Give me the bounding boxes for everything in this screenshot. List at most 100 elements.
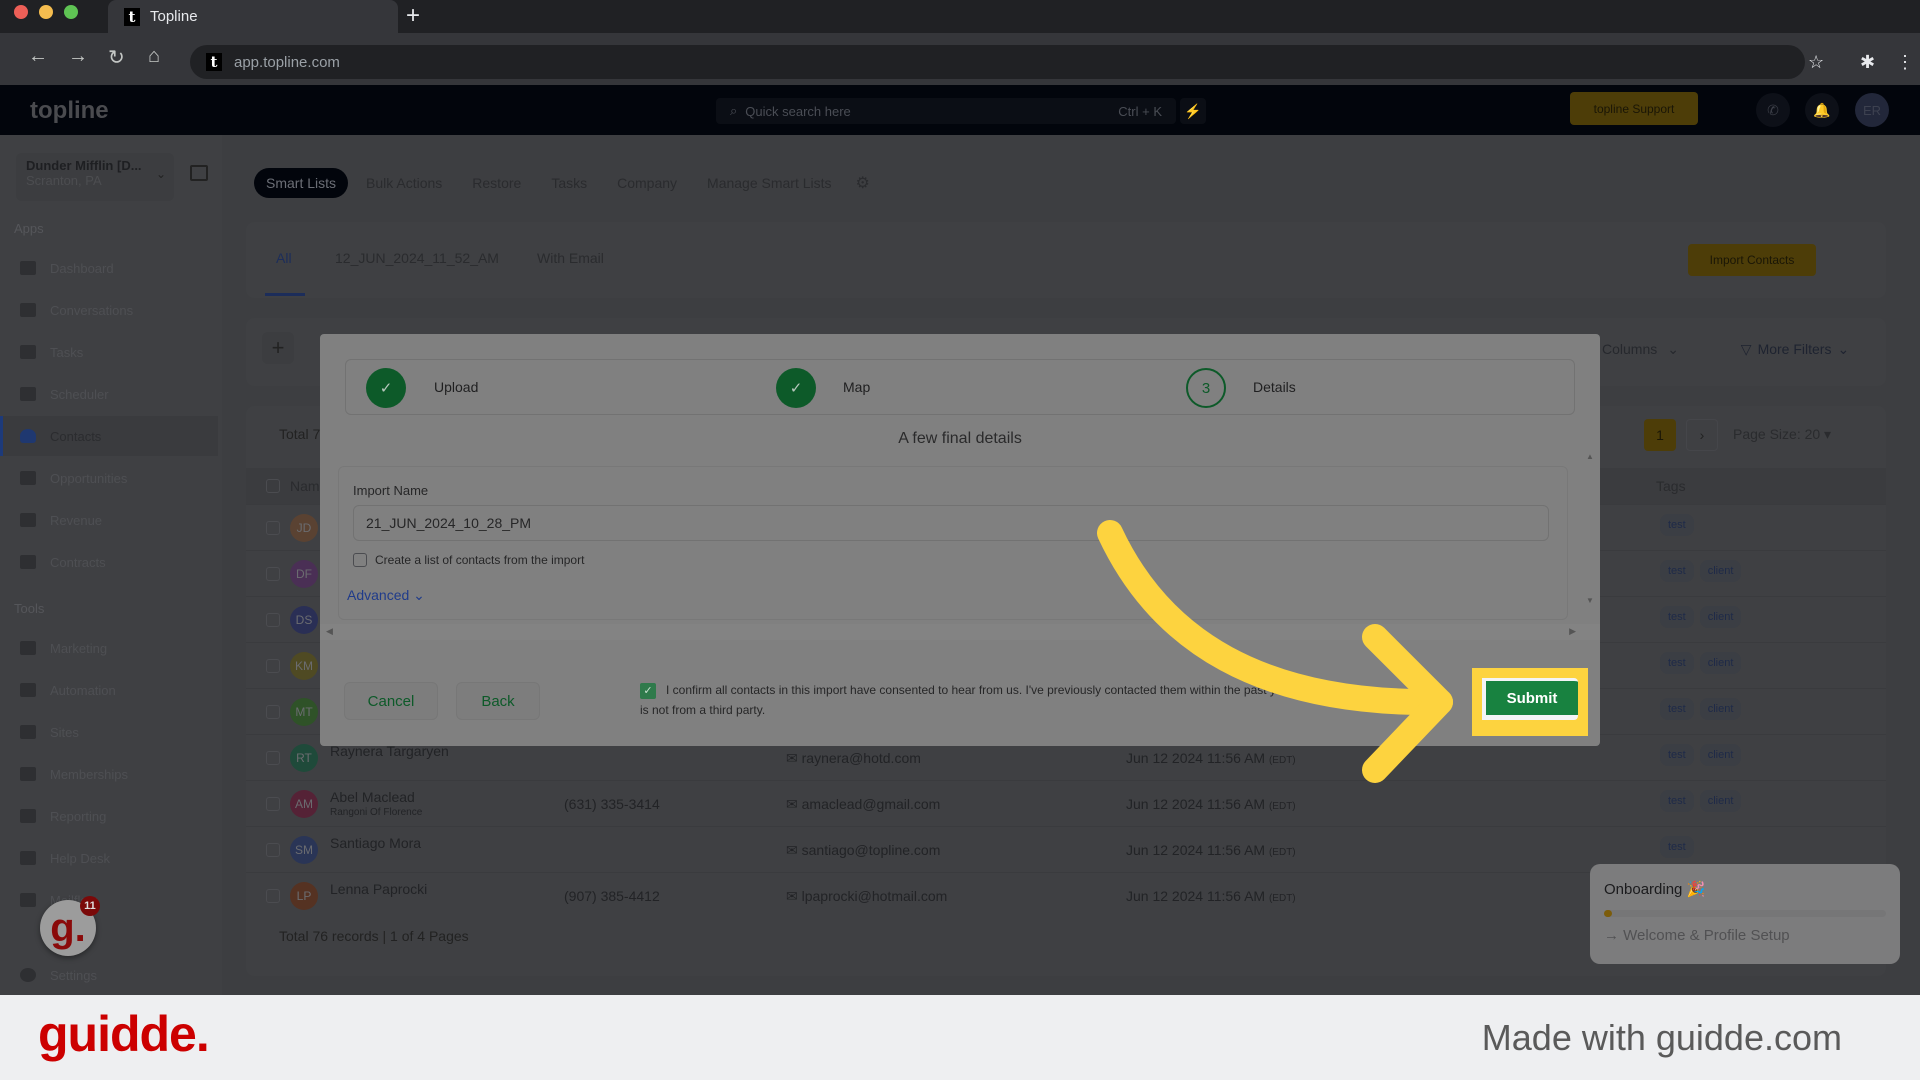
row-checkbox[interactable] (266, 705, 280, 719)
bell-icon[interactable]: 🔔 (1805, 93, 1839, 127)
forward-icon[interactable]: → (68, 45, 88, 68)
sidebar-item-settings[interactable]: Settings (0, 955, 218, 995)
consent-checkbox-row[interactable]: ✓ I confirm all contacts in this import h… (640, 680, 1360, 720)
topnav-bulk-actions[interactable]: Bulk Actions (354, 168, 454, 198)
create-list-option[interactable]: Create a list of contacts from the impor… (353, 553, 584, 567)
topnav-company[interactable]: Company (605, 168, 689, 198)
tag-badge[interactable]: test (1660, 744, 1694, 766)
url-text: app.topline.com (234, 53, 340, 71)
phone-icon[interactable]: ✆ (1756, 93, 1790, 127)
tag-badge[interactable]: test (1660, 514, 1694, 536)
create-list-checkbox[interactable] (353, 553, 367, 567)
tag-badge[interactable]: client (1699, 652, 1742, 674)
sidebar-item-contacts[interactable]: Contacts (0, 416, 218, 456)
topnav-manage-smart-lists[interactable]: Manage Smart Lists (695, 168, 844, 198)
quick-search-input[interactable]: ⌕ Quick search here Ctrl + K (716, 98, 1176, 124)
topnav-tasks[interactable]: Tasks (539, 168, 599, 198)
consent-checkbox[interactable]: ✓ (640, 682, 656, 699)
close-window-button[interactable] (14, 5, 28, 19)
sidebar-item-opportunities[interactable]: Opportunities (0, 458, 218, 498)
guidde-widget-button[interactable]: g. 11 (40, 896, 100, 956)
topnav-restore[interactable]: Restore (460, 168, 533, 198)
sidebar-item-help-desk[interactable]: Help Desk (0, 838, 218, 878)
sidebar-item-automation[interactable]: Automation (0, 670, 218, 710)
more-filters-button[interactable]: ▽ More Filters ⌄ (1716, 332, 1874, 366)
app-logo[interactable]: topline (30, 97, 109, 125)
contact-email-text: santiago@topline.com (801, 842, 941, 858)
sidebar-item-dashboard[interactable]: Dashboard (0, 248, 218, 288)
user-avatar[interactable]: ER (1855, 93, 1889, 127)
tag-badge[interactable]: client (1699, 560, 1742, 582)
url-bar[interactable]: t app.topline.com (190, 45, 1805, 79)
tag-badge[interactable]: test (1660, 836, 1694, 858)
page-1-button[interactable]: 1 (1644, 419, 1676, 451)
onboarding-next-step[interactable]: → Welcome & Profile Setup (1604, 927, 1886, 944)
location-switcher[interactable]: Dunder Mifflin [D... Scranton, PA ⌄ (16, 153, 174, 201)
advanced-toggle[interactable]: Advanced ⌄ (347, 587, 425, 604)
import-contacts-button[interactable]: Import Contacts (1688, 244, 1816, 276)
sidebar-item-memberships[interactable]: Memberships (0, 754, 218, 794)
table-row[interactable]: AM Abel Maclead Rangoni Of Florence (631) 3… (246, 780, 1886, 826)
reload-icon[interactable]: ↻ (108, 45, 125, 70)
tag-badge[interactable]: test (1660, 698, 1694, 720)
sidebar-item-revenue[interactable]: Revenue (0, 500, 218, 540)
vertical-scrollbar[interactable]: ▲ ▼ (1586, 452, 1600, 652)
page-size-select[interactable]: Page Size: 20 ▾ (1733, 426, 1831, 443)
tab-with-email[interactable]: With Email (537, 250, 604, 266)
topnav-smart-lists[interactable]: Smart Lists (254, 168, 349, 198)
add-contact-button[interactable]: + (262, 332, 294, 364)
new-tab-button[interactable]: + (406, 2, 420, 30)
back-icon[interactable]: ← (28, 45, 48, 68)
tag-badge[interactable]: test (1660, 790, 1694, 812)
import-name-input[interactable]: 21_JUN_2024_10_28_PM (353, 505, 1549, 541)
row-checkbox[interactable] (266, 567, 280, 581)
row-checkbox[interactable] (266, 613, 280, 627)
tab-all[interactable]: All (276, 250, 292, 266)
tab-import-list[interactable]: 12_JUN_2024_11_52_AM (335, 250, 499, 266)
sidebar-item-mailflow[interactable]: Mailflow (0, 880, 218, 920)
browser-tab[interactable]: t Topline (108, 0, 398, 33)
contact-tags: test client (1660, 560, 1742, 582)
onboarding-card[interactable]: Onboarding 🎉 → Welcome & Profile Setup (1590, 864, 1900, 964)
maximize-window-button[interactable] (64, 5, 78, 19)
bookmark-star-icon[interactable]: ☆ (1808, 52, 1824, 73)
contact-name[interactable]: Lenna Paprocki (330, 881, 427, 897)
row-checkbox[interactable] (266, 843, 280, 857)
submit-button[interactable]: Submit (1482, 678, 1578, 720)
gear-icon[interactable]: ⚙ (856, 173, 870, 193)
back-button[interactable]: Back (456, 682, 540, 720)
next-page-button[interactable]: › (1686, 419, 1718, 451)
cancel-button[interactable]: Cancel (344, 682, 438, 720)
sidebar-collapse-icon[interactable] (190, 165, 208, 181)
row-checkbox[interactable] (266, 889, 280, 903)
horizontal-scrollbar[interactable]: ◀ ▶ (320, 624, 1600, 640)
sidebar-item-tasks[interactable]: Tasks (0, 332, 218, 372)
row-checkbox[interactable] (266, 797, 280, 811)
sidebar-item-sites[interactable]: Sites (0, 712, 218, 752)
sidebar-item-scheduler[interactable]: Scheduler (0, 374, 218, 414)
sidebar-item-contracts[interactable]: Contracts (0, 542, 218, 582)
tag-badge[interactable]: client (1699, 606, 1742, 628)
row-checkbox[interactable] (266, 659, 280, 673)
sidebar-item-conversations[interactable]: Conversations (0, 290, 218, 330)
tag-badge[interactable]: client (1699, 698, 1742, 720)
minimize-window-button[interactable] (39, 5, 53, 19)
extensions-icon[interactable]: ✱ (1860, 52, 1875, 73)
row-checkbox[interactable] (266, 751, 280, 765)
home-icon[interactable]: ⌂ (148, 45, 160, 68)
support-button[interactable]: topline Support (1570, 92, 1698, 125)
tag-badge[interactable]: test (1660, 652, 1694, 674)
lightning-icon[interactable]: ⚡ (1180, 98, 1206, 124)
tag-badge[interactable]: client (1699, 790, 1742, 812)
contact-name[interactable]: Santiago Mora (330, 835, 421, 851)
sidebar-item-reporting[interactable]: Reporting (0, 796, 218, 836)
select-all-checkbox[interactable] (266, 479, 280, 493)
tag-badge[interactable]: test (1660, 606, 1694, 628)
contact-name[interactable]: Abel Maclead (330, 789, 415, 805)
browser-menu-icon[interactable]: ⋮ (1896, 52, 1914, 73)
column-header-tags[interactable]: Tags (1656, 478, 1686, 494)
row-checkbox[interactable] (266, 521, 280, 535)
tag-badge[interactable]: client (1699, 744, 1742, 766)
tag-badge[interactable]: test (1660, 560, 1694, 582)
sidebar-item-marketing[interactable]: Marketing (0, 628, 218, 668)
